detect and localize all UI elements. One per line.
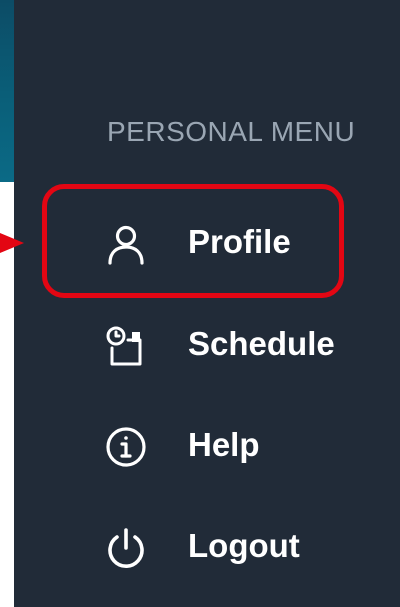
background-header-strip [0, 0, 14, 182]
menu-heading: PERSONAL MENU [107, 116, 356, 147]
menu-item-help[interactable]: Help [76, 405, 396, 485]
menu-item-profile[interactable]: Profile [76, 202, 396, 282]
info-icon [104, 425, 148, 469]
menu-item-label: Schedule [188, 325, 335, 362]
menu-item-schedule[interactable]: Schedule [76, 304, 396, 384]
menu-item-label: Profile [188, 223, 291, 260]
power-icon [104, 526, 148, 570]
screen: PERSONAL MENU Profile Schedule Help Logo… [0, 0, 400, 607]
schedule-icon [104, 324, 148, 368]
personal-menu-panel: PERSONAL MENU Profile Schedule Help Logo… [14, 0, 400, 607]
user-icon [104, 222, 148, 266]
menu-item-label: Logout [188, 527, 300, 564]
background-page [0, 0, 14, 607]
menu-item-logout[interactable]: Logout [76, 506, 396, 586]
menu-item-label: Help [188, 426, 260, 463]
